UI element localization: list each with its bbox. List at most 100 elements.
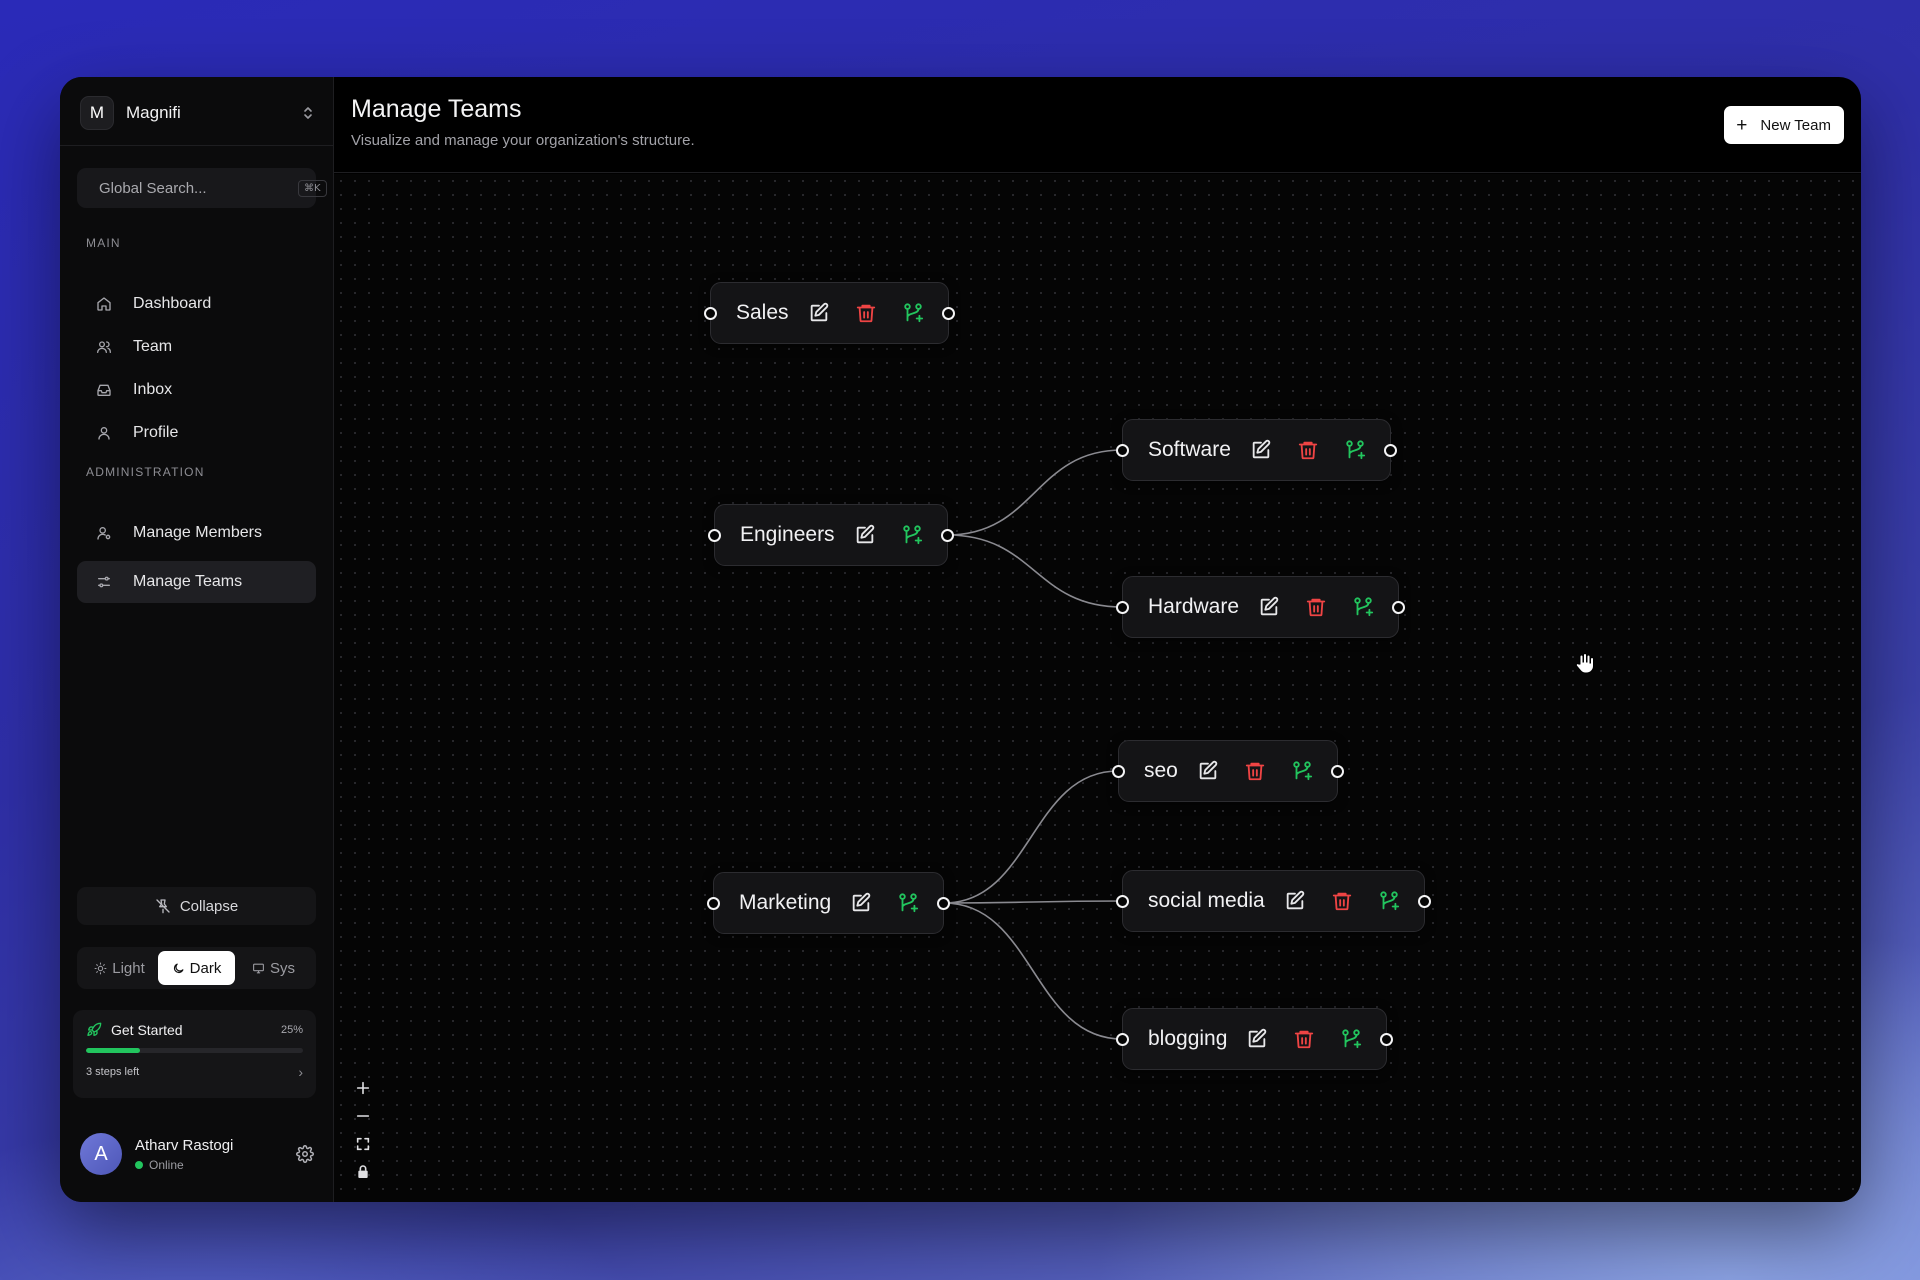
minus-icon xyxy=(356,1115,370,1117)
search-input[interactable] xyxy=(99,179,298,197)
users-icon xyxy=(97,341,111,353)
edit-team-icon[interactable] xyxy=(807,301,831,325)
sidebar-item-manage-members[interactable]: Manage Members xyxy=(77,512,316,554)
team-edge xyxy=(947,534,1123,608)
add-subteam-icon[interactable] xyxy=(896,891,920,915)
add-subteam-icon[interactable] xyxy=(901,301,925,325)
add-subteam-icon[interactable] xyxy=(1339,1027,1363,1051)
main-content: Manage Teams Visualize and manage your o… xyxy=(334,77,1861,1202)
get-started-progress-fill xyxy=(86,1048,141,1053)
new-team-button[interactable]: + New Team xyxy=(1724,106,1844,144)
page-title: Manage Teams xyxy=(351,95,522,123)
team-node-social-media[interactable]: social media xyxy=(1116,870,1431,932)
edit-team-icon[interactable] xyxy=(1283,889,1307,913)
inbox-icon xyxy=(97,384,111,396)
edit-team-icon[interactable] xyxy=(1257,595,1281,619)
delete-team-icon[interactable] xyxy=(1304,595,1328,619)
team-node-label: social media xyxy=(1148,889,1265,912)
node-target-handle[interactable] xyxy=(707,896,720,910)
theme-option-light[interactable]: Light xyxy=(81,951,158,985)
lock-button[interactable] xyxy=(353,1162,373,1182)
team-node-marketing[interactable]: Marketing xyxy=(707,872,951,934)
node-target-handle[interactable] xyxy=(1116,600,1129,614)
sidebar-item-profile[interactable]: Profile xyxy=(77,412,316,454)
edit-team-icon[interactable] xyxy=(1196,759,1220,783)
edit-team-icon[interactable] xyxy=(1249,438,1273,462)
add-subteam-icon[interactable] xyxy=(1343,438,1367,462)
moon-icon xyxy=(173,963,184,973)
node-source-handle[interactable] xyxy=(937,896,951,910)
sidebar-item-team[interactable]: Team xyxy=(77,326,316,368)
node-target-handle[interactable] xyxy=(1116,1032,1129,1046)
node-source-handle[interactable] xyxy=(1330,764,1344,778)
delete-team-icon[interactable] xyxy=(1292,1027,1316,1051)
canvas-controls xyxy=(352,1070,374,1182)
team-edges xyxy=(944,449,1123,1040)
sidebar-item-inbox[interactable]: Inbox xyxy=(77,369,316,411)
sidebar: M Magnifi ⌘K MAIN Dashboard Team Inbox xyxy=(60,77,334,1202)
edit-team-icon[interactable] xyxy=(1245,1027,1269,1051)
team-flow-canvas[interactable]: Sales Engineers Software Hardware Market… xyxy=(334,174,1861,1202)
delete-team-icon[interactable] xyxy=(1296,438,1320,462)
theme-option-system[interactable]: Sys xyxy=(235,951,312,985)
delete-team-icon[interactable] xyxy=(1330,889,1354,913)
online-dot-icon xyxy=(135,1160,143,1169)
sidebar-item-dashboard[interactable]: Dashboard xyxy=(77,283,316,325)
theme-option-dark[interactable]: Dark xyxy=(158,951,235,985)
get-started-card[interactable]: Get Started 25% 3 steps left › xyxy=(73,1010,316,1098)
team-node-hardware[interactable]: Hardware xyxy=(1116,576,1406,638)
chevron-right-icon: › xyxy=(298,1064,303,1080)
team-node-label: blogging xyxy=(1148,1027,1228,1050)
chevron-up-down-icon xyxy=(302,105,314,121)
sidebar-item-label: Team xyxy=(133,338,173,355)
edit-team-icon[interactable] xyxy=(853,523,877,547)
add-subteam-icon[interactable] xyxy=(1351,595,1375,619)
node-source-handle[interactable] xyxy=(1417,894,1431,908)
zoom-out-button[interactable] xyxy=(353,1106,373,1126)
sidebar-item-label: Dashboard xyxy=(133,295,212,312)
user-status-label: Online xyxy=(149,1157,184,1172)
plus-icon: + xyxy=(1736,114,1748,136)
node-target-handle[interactable] xyxy=(1112,764,1125,778)
node-target-handle[interactable] xyxy=(1116,894,1129,908)
node-source-handle[interactable] xyxy=(940,528,954,542)
node-target-handle[interactable] xyxy=(708,528,721,542)
global-search[interactable]: ⌘K xyxy=(77,168,327,208)
search-shortcut-badge: ⌘K xyxy=(298,179,327,197)
node-source-handle[interactable] xyxy=(1392,600,1406,614)
page-header: Manage Teams Visualize and manage your o… xyxy=(334,77,1861,173)
get-started-percent: 25% xyxy=(280,1024,303,1036)
delete-team-icon[interactable] xyxy=(1243,759,1267,783)
delete-team-icon[interactable] xyxy=(854,301,878,325)
sliders-icon xyxy=(98,576,110,588)
node-source-handle[interactable] xyxy=(941,306,955,320)
org-switcher[interactable]: M Magnifi xyxy=(80,95,314,131)
gear-icon[interactable] xyxy=(296,1145,314,1163)
node-source-handle[interactable] xyxy=(1380,1032,1394,1046)
user-icon xyxy=(98,427,110,440)
user-status: Online xyxy=(135,1158,296,1172)
team-node-seo[interactable]: seo xyxy=(1112,740,1344,802)
node-target-handle[interactable] xyxy=(1116,443,1129,457)
fit-view-button[interactable] xyxy=(353,1134,373,1154)
add-subteam-icon[interactable] xyxy=(1290,759,1314,783)
node-target-handle[interactable] xyxy=(704,306,717,320)
collapse-button[interactable]: Collapse xyxy=(77,887,316,925)
add-subteam-icon[interactable] xyxy=(900,523,924,547)
node-source-handle[interactable] xyxy=(1383,443,1397,457)
add-subteam-icon[interactable] xyxy=(1377,889,1401,913)
team-node-label: Hardware xyxy=(1148,595,1240,618)
theme-light-label: Light xyxy=(112,959,145,977)
lock-icon xyxy=(358,1165,368,1178)
edit-team-icon[interactable] xyxy=(849,891,873,915)
team-node-sales[interactable]: Sales xyxy=(704,282,955,344)
team-node-software[interactable]: Software xyxy=(1116,419,1397,481)
user-profile[interactable]: A Atharv Rastogi Online xyxy=(80,1130,314,1178)
section-label-main: MAIN xyxy=(86,236,121,250)
sidebar-item-manage-teams[interactable]: Manage Teams xyxy=(77,561,316,603)
team-node-engineers[interactable]: Engineers xyxy=(708,504,954,566)
theme-sys-label: Sys xyxy=(269,959,295,977)
zoom-in-button[interactable] xyxy=(353,1078,373,1098)
team-node-blogging[interactable]: blogging xyxy=(1116,1008,1394,1070)
get-started-steps: 3 steps left xyxy=(86,1066,140,1078)
